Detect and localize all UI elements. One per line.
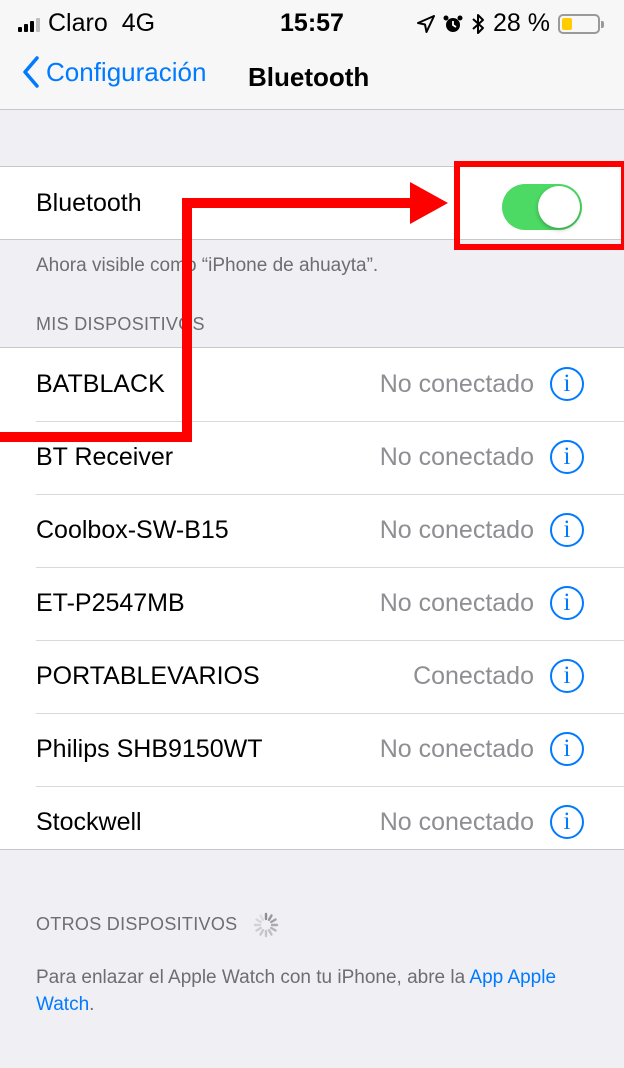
status-right: 28 % (417, 9, 604, 38)
device-name: BT Receiver (36, 443, 174, 471)
apple-watch-note-end: . (89, 994, 95, 1015)
battery-fill (562, 17, 572, 30)
other-devices-header: OTROS DISPOSITIVOS (36, 912, 279, 938)
info-icon[interactable]: i (550, 805, 584, 839)
my-devices-list: BATBLACK No conectado i BT Receiver No c… (0, 347, 624, 850)
device-status: No conectado (379, 443, 534, 471)
alarm-icon (443, 15, 463, 32)
my-devices-header: MIS DISPOSITIVOS (36, 314, 205, 334)
device-status: No conectado (379, 589, 534, 617)
info-icon[interactable]: i (550, 440, 584, 474)
bluetooth-icon (472, 13, 485, 34)
info-icon[interactable]: i (550, 659, 584, 693)
battery-percent: 28 % (493, 9, 550, 37)
chevron-left-icon (23, 56, 39, 88)
back-button-label: Configuración (46, 56, 207, 87)
phone-screen: Claro 4G 15:57 28 % Configuración Blueto… (0, 0, 624, 1068)
info-icon[interactable]: i (550, 513, 584, 547)
bluetooth-label: Bluetooth (36, 189, 142, 217)
device-row[interactable]: Stockwell No conectado i (0, 786, 624, 859)
toggle-knob (538, 186, 580, 228)
page-title: Bluetooth (248, 62, 370, 92)
device-name: Stockwell (36, 808, 142, 836)
device-name: ET-P2547MB (36, 589, 185, 617)
device-row[interactable]: BT Receiver No conectado i (0, 421, 624, 494)
location-icon (417, 14, 436, 33)
device-name: PORTABLEVARIOS (36, 662, 260, 690)
apple-watch-note-text: Para enlazar el Apple Watch con tu iPhon… (36, 967, 470, 988)
bluetooth-row: Bluetooth (0, 167, 624, 240)
device-row[interactable]: Coolbox-SW-B15 No conectado i (0, 494, 624, 567)
device-row[interactable]: BATBLACK No conectado i (0, 348, 624, 421)
info-icon[interactable]: i (550, 732, 584, 766)
apple-watch-note: Para enlazar el Apple Watch con tu iPhon… (36, 964, 596, 1018)
back-button[interactable]: Configuración (22, 56, 206, 88)
bluetooth-toggle-group: Bluetooth (0, 166, 624, 240)
device-row[interactable]: ET-P2547MB No conectado i (0, 567, 624, 640)
device-name: BATBLACK (36, 370, 165, 398)
device-name: Coolbox-SW-B15 (36, 516, 229, 544)
loading-spinner-icon (253, 912, 278, 938)
device-status: Conectado (413, 662, 534, 690)
device-row[interactable]: Philips SHB9150WT No conectado i (0, 713, 624, 786)
info-icon[interactable]: i (550, 586, 584, 620)
info-icon[interactable]: i (550, 367, 584, 401)
visibility-note: Ahora visible como “iPhone de ahuayta”. (36, 255, 379, 276)
battery-icon (558, 13, 604, 34)
device-name: Philips SHB9150WT (36, 735, 263, 763)
other-devices-label: OTROS DISPOSITIVOS (36, 913, 238, 934)
device-status: No conectado (379, 808, 534, 836)
navigation-bar: Configuración Bluetooth (0, 42, 624, 110)
device-status: No conectado (379, 516, 534, 544)
status-bar: Claro 4G 15:57 28 % (0, 0, 624, 42)
device-status: No conectado (379, 370, 534, 398)
device-row[interactable]: PORTABLEVARIOS Conectado i (0, 640, 624, 713)
device-status: No conectado (379, 735, 534, 763)
bluetooth-toggle[interactable] (502, 184, 582, 230)
